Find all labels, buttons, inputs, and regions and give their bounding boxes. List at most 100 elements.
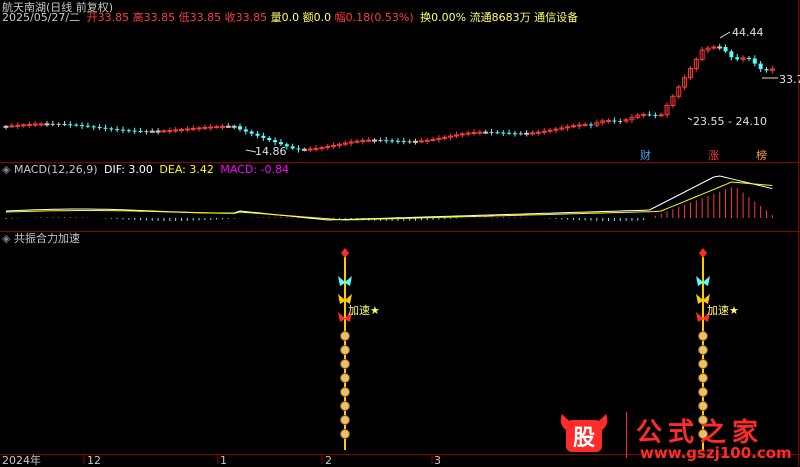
candle-body [56,123,61,125]
candle-body [641,113,647,116]
candle-body [541,130,547,133]
coin-icon [698,359,708,369]
candle-body [26,123,32,126]
candle-body [723,46,728,52]
candle-body [91,126,96,128]
candle-body [752,58,757,64]
candle-body [746,57,751,59]
candle-body [202,126,208,129]
candle-body [658,114,664,117]
candle-body [378,140,383,142]
coin-icon [698,331,708,341]
candle-body [477,131,483,134]
candle-body [390,140,395,142]
marker-finance[interactable]: 财 [640,150,651,162]
candle-body [471,132,477,135]
max-price-label: 44.44 [732,26,764,39]
coin-icon [698,401,708,411]
candle-body [190,127,196,130]
watermark-divider [626,412,627,458]
candle-body [243,129,248,132]
candle-body [184,128,190,131]
candle-body [647,114,652,116]
candle-body [132,130,137,132]
accelerate-label-1: 加速★ [348,304,380,317]
candle-body [138,130,143,132]
candle-body [764,69,769,71]
coin-icon [340,331,350,341]
coin-icon [698,387,708,397]
candle-body [261,135,266,138]
candle-body [267,137,272,141]
candle-body [115,129,120,131]
coin-icon [340,373,350,383]
dea-line [5,181,773,221]
candle-body [15,124,21,127]
candle-body [103,127,108,129]
candle-body [255,133,260,136]
candle-body [354,140,360,143]
candle-body [296,148,301,150]
range-label: 23.55 - 24.10 [693,115,767,128]
last-price-label: 33.71 [779,73,800,86]
candle-body [384,140,389,142]
candle-body [395,140,400,142]
candle-body [372,139,378,142]
coin-icon [340,401,350,411]
diamond-icon [341,248,349,258]
candle-body [121,129,125,131]
candle-body [32,123,38,126]
candle-body [501,132,506,134]
candle-body [68,124,73,126]
diamond-icon [699,248,707,258]
candle-body [518,133,523,135]
candle-body [360,140,366,143]
candle-body [109,128,114,130]
coin-icon [340,415,350,425]
candle-body [290,146,295,149]
candle-body [3,125,9,128]
candle-body [530,132,535,135]
candle-body [418,140,424,143]
logo-char: 股 [573,426,595,451]
candlestick-chart[interactable] [0,0,800,162]
coin-icon [340,429,350,439]
candle-body [653,114,658,116]
candle-body [512,133,517,135]
range-pointer [687,117,693,121]
candle-body [173,129,179,132]
candle-body [85,125,90,127]
candle-body [44,123,50,126]
candle-body [319,147,325,150]
marker-rise[interactable]: 涨 [708,150,719,162]
candle-body [483,131,489,134]
candle-body [80,125,85,127]
candle-body [38,123,44,126]
candle-body [495,132,500,134]
candle-body [179,129,184,132]
candle-body [231,125,237,128]
candle-body [524,132,530,135]
candle-body [249,131,254,134]
candle-body [576,124,582,127]
watermark-url: www.gszj100.com [640,444,792,462]
candle-body [214,126,220,129]
accelerate-label-2: 加速★ [707,304,739,317]
macd-chart[interactable] [0,163,800,232]
candle-body [74,124,79,126]
candle-body [313,147,319,150]
candle-body [758,63,763,70]
candle-body [507,132,512,134]
marker-list[interactable]: 榜 [756,150,767,162]
candle-body [97,127,102,129]
candle-body [618,121,623,123]
dif-line [5,175,773,221]
candle-body [570,125,576,128]
candle-body [606,120,612,123]
candle-body [307,148,313,151]
coin-icon [698,345,708,355]
coin-icon [340,387,350,397]
candle-body [225,125,231,128]
candle-body [167,129,173,132]
candle-body [465,132,471,135]
